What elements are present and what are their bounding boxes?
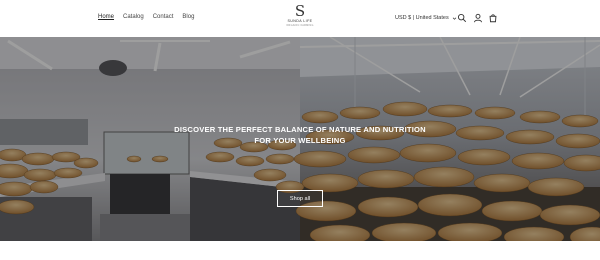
nav-blog[interactable]: Blog (182, 14, 194, 20)
shop-all-button[interactable]: Shop all (277, 190, 323, 207)
search-icon[interactable] (457, 13, 467, 23)
main-nav: Home Catalog Contact Blog (98, 14, 194, 20)
brand-logo[interactable]: S SUNDA LIFE ORGANIC FARMING (280, 3, 320, 35)
nav-contact[interactable]: Contact (153, 14, 174, 20)
logo-mark: S (294, 2, 306, 20)
cart-icon[interactable] (488, 13, 498, 23)
logo-tagline: ORGANIC FARMING (286, 23, 314, 27)
hero-heading: DISCOVER THE PERFECT BALANCE OF NATURE A… (174, 125, 426, 145)
site-header: Home Catalog Contact Blog S SUNDA LIFE O… (0, 0, 600, 37)
nav-catalog[interactable]: Catalog (123, 14, 144, 20)
chevron-down-icon (452, 17, 456, 20)
currency-selector[interactable]: USD $ | United States (395, 15, 457, 21)
account-icon[interactable] (473, 13, 483, 23)
nav-home[interactable]: Home (98, 14, 114, 20)
currency-label: USD $ | United States (395, 15, 449, 21)
page-below-hero (0, 241, 600, 260)
